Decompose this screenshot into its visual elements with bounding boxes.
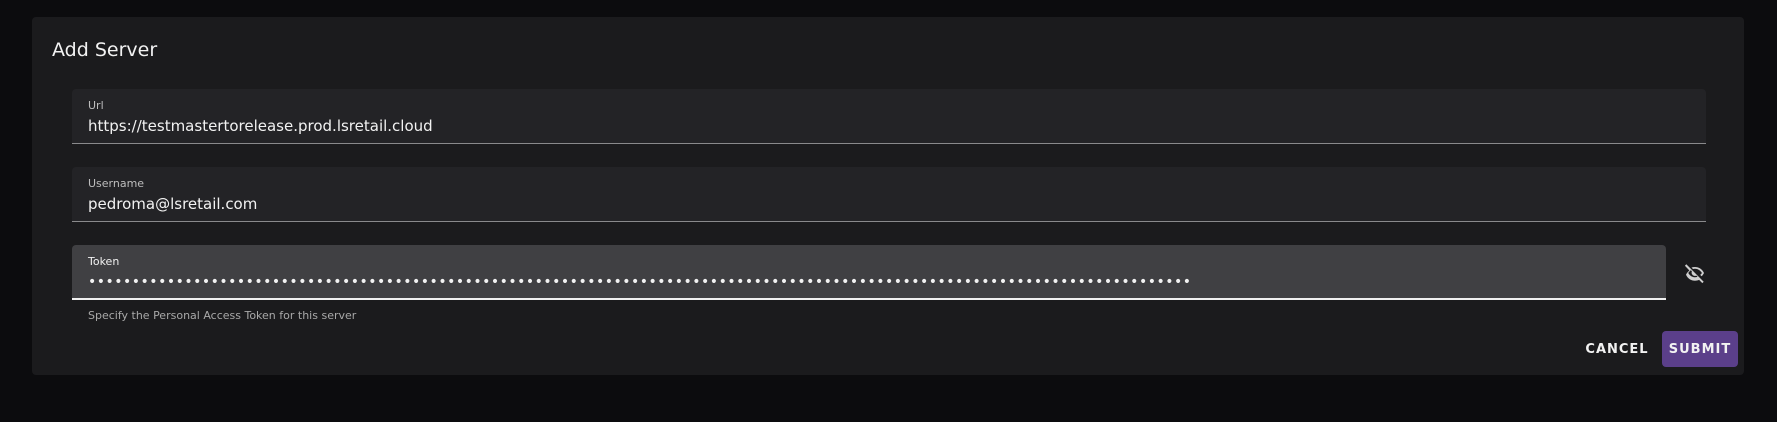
token-label: Token: [88, 255, 120, 268]
submit-button[interactable]: SUBMIT: [1662, 331, 1738, 367]
url-input[interactable]: [88, 115, 1648, 137]
token-input[interactable]: [88, 271, 1648, 293]
username-label: Username: [88, 177, 145, 190]
url-field[interactable]: Url: [72, 89, 1706, 144]
username-field[interactable]: Username: [72, 167, 1706, 222]
cancel-button[interactable]: CANCEL: [1574, 331, 1660, 367]
url-label: Url: [88, 99, 104, 112]
token-helper-text: Specify the Personal Access Token for th…: [88, 309, 357, 322]
token-field[interactable]: Token: [72, 245, 1666, 300]
dialog-title: Add Server: [52, 39, 158, 61]
add-server-dialog: Add Server Url Username Token Specify th…: [32, 17, 1744, 375]
eye-off-icon[interactable]: [1682, 261, 1708, 285]
username-input[interactable]: [88, 193, 1648, 215]
eye-off-icon: [1684, 264, 1704, 284]
